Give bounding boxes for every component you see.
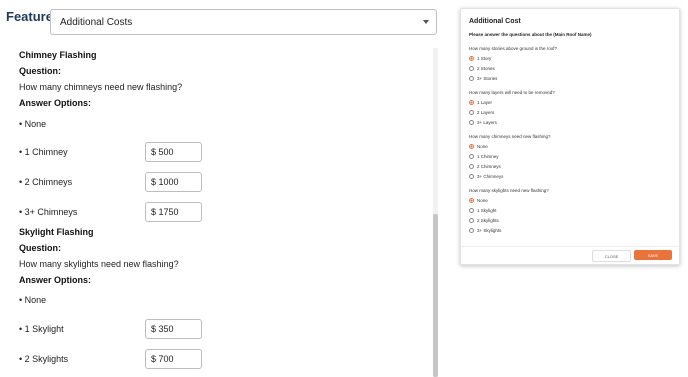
save-button[interactable]: SAVE: [634, 250, 672, 260]
chimney-price-3-input[interactable]: $ 1750: [145, 202, 202, 222]
radio-icon: [469, 56, 474, 61]
radio-icon: [469, 154, 474, 159]
radio-label: 2 Skylights: [477, 218, 499, 223]
radio-icon: [469, 144, 474, 149]
chimney-price-1-input[interactable]: $ 500: [145, 142, 202, 162]
chimney-option-2: • 2 Chimneys: [19, 177, 73, 187]
radio-icon: [469, 164, 474, 169]
radio-label: None: [477, 144, 488, 149]
radio-1-chimney[interactable]: 1 Chimney: [469, 154, 499, 159]
radio-3-layers[interactable]: 3+ Layers: [469, 120, 497, 125]
price-value: $ 500: [151, 147, 174, 157]
radio-3-chimneys[interactable]: 3+ Chimneys: [469, 174, 503, 179]
radio-chimney-none[interactable]: None: [469, 144, 488, 149]
radio-icon: [469, 120, 474, 125]
radio-1-skylight[interactable]: 1 Skylight: [469, 208, 497, 213]
chimney-question-text: How many chimneys need new flashing?: [19, 82, 183, 92]
skylight-section-title: Skylight Flashing: [19, 227, 94, 237]
close-button[interactable]: CLOSE: [592, 250, 631, 262]
radio-label: 3+ Layers: [477, 120, 497, 125]
radio-label: 1 Skylight: [477, 208, 497, 213]
scrollbar-thumb[interactable]: [433, 214, 438, 377]
skylight-option-1: • 1 Skylight: [19, 324, 64, 334]
radio-label: None: [477, 198, 488, 203]
radio-label: 2 Stories: [477, 66, 495, 71]
modal-title: Additional Cost: [469, 18, 521, 25]
feature-select-value: Additional Costs: [60, 16, 133, 28]
modal-question-layers: How many layers will need to be removed?: [469, 90, 555, 95]
skylight-answers-label: Answer Options:: [19, 275, 92, 285]
chimney-question-label: Question:: [19, 66, 61, 76]
skylight-question-text: How many skylights need new flashing?: [19, 259, 179, 269]
radio-label: 1 Chimney: [477, 154, 499, 159]
price-value: $ 700: [151, 354, 174, 364]
price-value: $ 350: [151, 324, 174, 334]
additional-cost-modal: Additional Cost Please answer the questi…: [460, 8, 680, 265]
price-value: $ 1750: [151, 207, 179, 217]
radio-label: 1 Story: [477, 56, 492, 61]
modal-question-stories: How many stories above ground is the roo…: [469, 46, 558, 51]
radio-3-stories[interactable]: 3+ Stories: [469, 76, 497, 81]
radio-1-story[interactable]: 1 Story: [469, 56, 491, 61]
radio-icon: [469, 100, 474, 105]
skylight-price-2-input[interactable]: $ 700: [145, 349, 202, 369]
radio-icon: [469, 208, 474, 213]
chimney-answers-label: Answer Options:: [19, 98, 92, 108]
radio-2-chimneys[interactable]: 2 Chimneys: [469, 164, 501, 169]
radio-icon: [469, 174, 474, 179]
radio-label: 1 Layer: [477, 100, 493, 105]
radio-2-layers[interactable]: 2 Layers: [469, 110, 494, 115]
modal-subtitle: Please answer the questions about the (M…: [469, 32, 592, 37]
radio-label: 3+ Stories: [477, 76, 498, 81]
radio-2-skylights[interactable]: 2 Skylights: [469, 218, 499, 223]
chimney-section-title: Chimney Flashing: [19, 50, 97, 60]
radio-label: 3+ Skylights: [477, 228, 502, 233]
radio-icon: [469, 228, 474, 233]
modal-question-chimneys: How many chimneys need new flashing?: [469, 134, 551, 139]
chimney-option-none: • None: [19, 119, 47, 129]
radio-3-skylights[interactable]: 3+ Skylights: [469, 228, 501, 233]
skylight-option-none: • None: [19, 295, 47, 305]
modal-question-skylights: How many skylights need new flashing?: [469, 188, 549, 193]
chimney-option-3: • 3+ Chimneys: [19, 207, 78, 217]
radio-icon: [469, 110, 474, 115]
price-value: $ 1000: [151, 177, 179, 187]
skylight-price-1-input[interactable]: $ 350: [145, 319, 202, 339]
radio-icon: [469, 76, 474, 81]
radio-label: 2 Chimneys: [477, 164, 501, 169]
radio-icon: [469, 66, 474, 71]
radio-2-stories[interactable]: 2 Stories: [469, 66, 495, 71]
radio-label: 3+ Chimneys: [477, 174, 504, 179]
feature-select[interactable]: Additional Costs: [50, 9, 437, 35]
radio-icon: [469, 218, 474, 223]
chimney-price-2-input[interactable]: $ 1000: [145, 172, 202, 192]
radio-icon: [469, 198, 474, 203]
chevron-down-icon: [423, 20, 429, 24]
skylight-option-2: • 2 Skylights: [19, 354, 69, 364]
scrollbar[interactable]: [433, 48, 438, 377]
modal-divider: [461, 246, 679, 247]
radio-skylight-none[interactable]: None: [469, 198, 488, 203]
chimney-option-1: • 1 Chimney: [19, 147, 68, 157]
skylight-question-label: Question:: [19, 243, 61, 253]
radio-label: 2 Layers: [477, 110, 495, 115]
radio-1-layer[interactable]: 1 Layer: [469, 100, 492, 105]
